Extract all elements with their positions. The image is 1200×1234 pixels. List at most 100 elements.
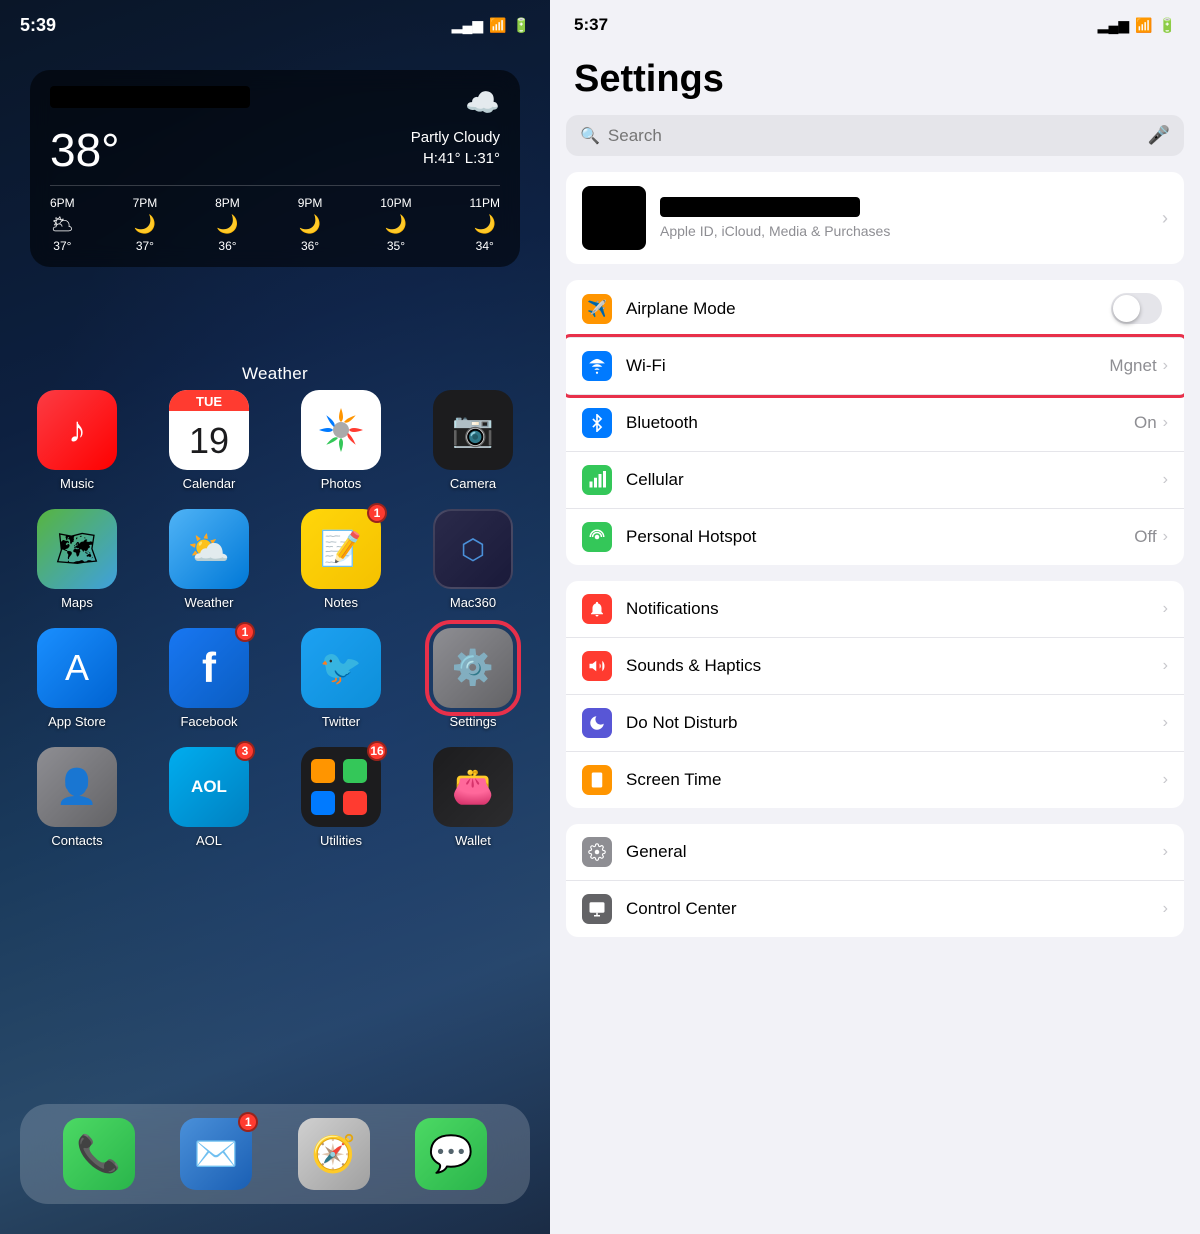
hour-label: 11PM <box>469 196 499 210</box>
screentime-icon <box>582 765 612 795</box>
airplane-mode-label: Airplane Mode <box>626 299 1111 319</box>
settings-row-screentime[interactable]: Screen Time › <box>566 752 1184 808</box>
wifi-icon: 📶 <box>489 17 506 34</box>
bluetooth-value: On <box>1134 413 1157 433</box>
airplane-mode-toggle[interactable] <box>1111 293 1162 324</box>
settings-row-cellular[interactable]: Cellular › <box>566 452 1184 509</box>
profile-chevron-icon: › <box>1162 208 1168 229</box>
settings-row-bluetooth[interactable]: Bluetooth On › <box>566 395 1184 452</box>
dnd-chevron: › <box>1163 714 1168 732</box>
settings-row-wifi[interactable]: Wi-Fi Mgnet › <box>566 338 1184 395</box>
app-music[interactable]: ♪ Music <box>15 390 139 491</box>
app-mac360[interactable]: ⬡ Mac360 <box>411 509 535 610</box>
app-weather-label: Weather <box>185 595 234 610</box>
weather-hour-3: 8PM 🌙 36° <box>215 196 240 253</box>
settings-row-airplane[interactable]: ✈️ Airplane Mode <box>566 280 1184 338</box>
app-calendar[interactable]: TUE 19 Calendar <box>147 390 271 491</box>
dock-safari[interactable]: 🧭 <box>298 1118 370 1190</box>
app-camera-label: Camera <box>450 476 496 491</box>
app-calendar-label: Calendar <box>183 476 236 491</box>
dock-phone[interactable]: 📞 <box>63 1118 135 1190</box>
app-settings[interactable]: ⚙️ Settings <box>411 628 535 729</box>
app-notes[interactable]: 📝 1 Notes <box>279 509 403 610</box>
profile-section[interactable]: Apple ID, iCloud, Media & Purchases › <box>566 172 1184 264</box>
app-contacts[interactable]: 👤 Contacts <box>15 747 139 848</box>
hour-temp: 37° <box>136 239 154 253</box>
search-icon: 🔍 <box>580 126 600 146</box>
calendar-icon: TUE 19 <box>169 390 249 470</box>
screentime-chevron: › <box>1163 771 1168 789</box>
app-facebook-label: Facebook <box>180 714 237 729</box>
settings-group-network: ✈️ Airplane Mode Wi-Fi Mgnet › <box>566 280 1184 565</box>
app-maps[interactable]: 🗺 Maps <box>15 509 139 610</box>
notifications-icon <box>582 594 612 624</box>
cellular-label: Cellular <box>626 470 1163 490</box>
notes-icon: 📝 1 <box>301 509 381 589</box>
messages-icon: 💬 <box>415 1118 487 1190</box>
aol-icon: AOL 3 <box>169 747 249 827</box>
app-aol[interactable]: AOL 3 AOL <box>147 747 271 848</box>
hotspot-value: Off <box>1134 527 1156 547</box>
settings-group-general: General › Control Center › <box>566 824 1184 937</box>
weather-hourly: 6PM 🌥 37° 7PM 🌙 37° 8PM 🌙 36° 9PM 🌙 36° … <box>50 185 500 253</box>
dock-mail[interactable]: ✉️ 1 <box>180 1118 252 1190</box>
dock-messages[interactable]: 💬 <box>415 1118 487 1190</box>
settings-row-notifications[interactable]: Notifications › <box>566 581 1184 638</box>
search-input[interactable] <box>608 126 1140 146</box>
calendar-day-name: TUE <box>169 390 249 411</box>
app-utilities[interactable]: 16 Utilities <box>279 747 403 848</box>
control-center-chevron: › <box>1163 900 1168 918</box>
utilities-badge: 16 <box>367 741 387 761</box>
app-facebook[interactable]: f 1 Facebook <box>147 628 271 729</box>
dnd-label: Do Not Disturb <box>626 713 1163 733</box>
hotspot-chevron: › <box>1163 528 1168 546</box>
control-center-label: Control Center <box>626 899 1163 919</box>
sounds-chevron: › <box>1163 657 1168 675</box>
settings-row-sounds[interactable]: Sounds & Haptics › <box>566 638 1184 695</box>
status-bar-left: 5:39 ▂▄▆ 📶 🔋 <box>0 0 550 50</box>
hour-label: 8PM <box>215 196 240 210</box>
app-twitter[interactable]: 🐦 Twitter <box>279 628 403 729</box>
settings-row-hotspot[interactable]: Personal Hotspot Off › <box>566 509 1184 565</box>
wifi-chevron: › <box>1163 357 1168 375</box>
facebook-icon: f 1 <box>169 628 249 708</box>
cellular-svg <box>588 471 606 489</box>
wifi-settings-icon <box>582 351 612 381</box>
battery-icon-right: 🔋 <box>1159 17 1176 34</box>
battery-icon: 🔋 <box>513 17 530 34</box>
wifi-icon-right: 📶 <box>1135 17 1152 34</box>
app-grid: ♪ Music TUE 19 Calendar <box>15 390 535 848</box>
general-chevron: › <box>1163 843 1168 861</box>
notifications-label: Notifications <box>626 599 1163 619</box>
cellular-chevron: › <box>1163 471 1168 489</box>
settings-row-control-center[interactable]: Control Center › <box>566 881 1184 937</box>
app-wallet[interactable]: 👛 Wallet <box>411 747 535 848</box>
sounds-icon <box>582 651 612 681</box>
settings-row-general[interactable]: General › <box>566 824 1184 881</box>
control-center-icon <box>582 894 612 924</box>
hour-temp: 37° <box>53 239 71 253</box>
settings-icon: ⚙️ <box>433 628 513 708</box>
app-photos[interactable]: Photos <box>279 390 403 491</box>
time-right: 5:37 <box>574 15 608 35</box>
search-bar[interactable]: 🔍 🎤 <box>566 115 1184 156</box>
weather-temp: 38° <box>50 127 120 173</box>
app-settings-label: Settings <box>450 714 497 729</box>
hour-icon: 🌙 <box>385 214 407 235</box>
app-camera[interactable]: 📷 Camera <box>411 390 535 491</box>
camera-icon: 📷 <box>433 390 513 470</box>
app-appstore[interactable]: A App Store <box>15 628 139 729</box>
weather-hour-5: 10PM 🌙 35° <box>380 196 411 253</box>
signal-icon-right: ▂▄▆ <box>1098 17 1129 34</box>
hour-icon: 🌙 <box>474 214 496 235</box>
weather-hour-6: 11PM 🌙 34° <box>469 196 499 253</box>
mic-icon[interactable]: 🎤 <box>1148 125 1170 146</box>
settings-row-dnd[interactable]: Do Not Disturb › <box>566 695 1184 752</box>
dnd-icon <box>582 708 612 738</box>
app-weather[interactable]: ⛅ Weather <box>147 509 271 610</box>
bluetooth-label: Bluetooth <box>626 413 1134 433</box>
weather-hour-4: 9PM 🌙 36° <box>298 196 323 253</box>
hour-temp: 35° <box>387 239 405 253</box>
weather-widget[interactable]: ☁️ 38° Partly CloudyH:41° L:31° 6PM 🌥 37… <box>30 70 520 267</box>
hour-icon: 🌙 <box>216 214 238 235</box>
